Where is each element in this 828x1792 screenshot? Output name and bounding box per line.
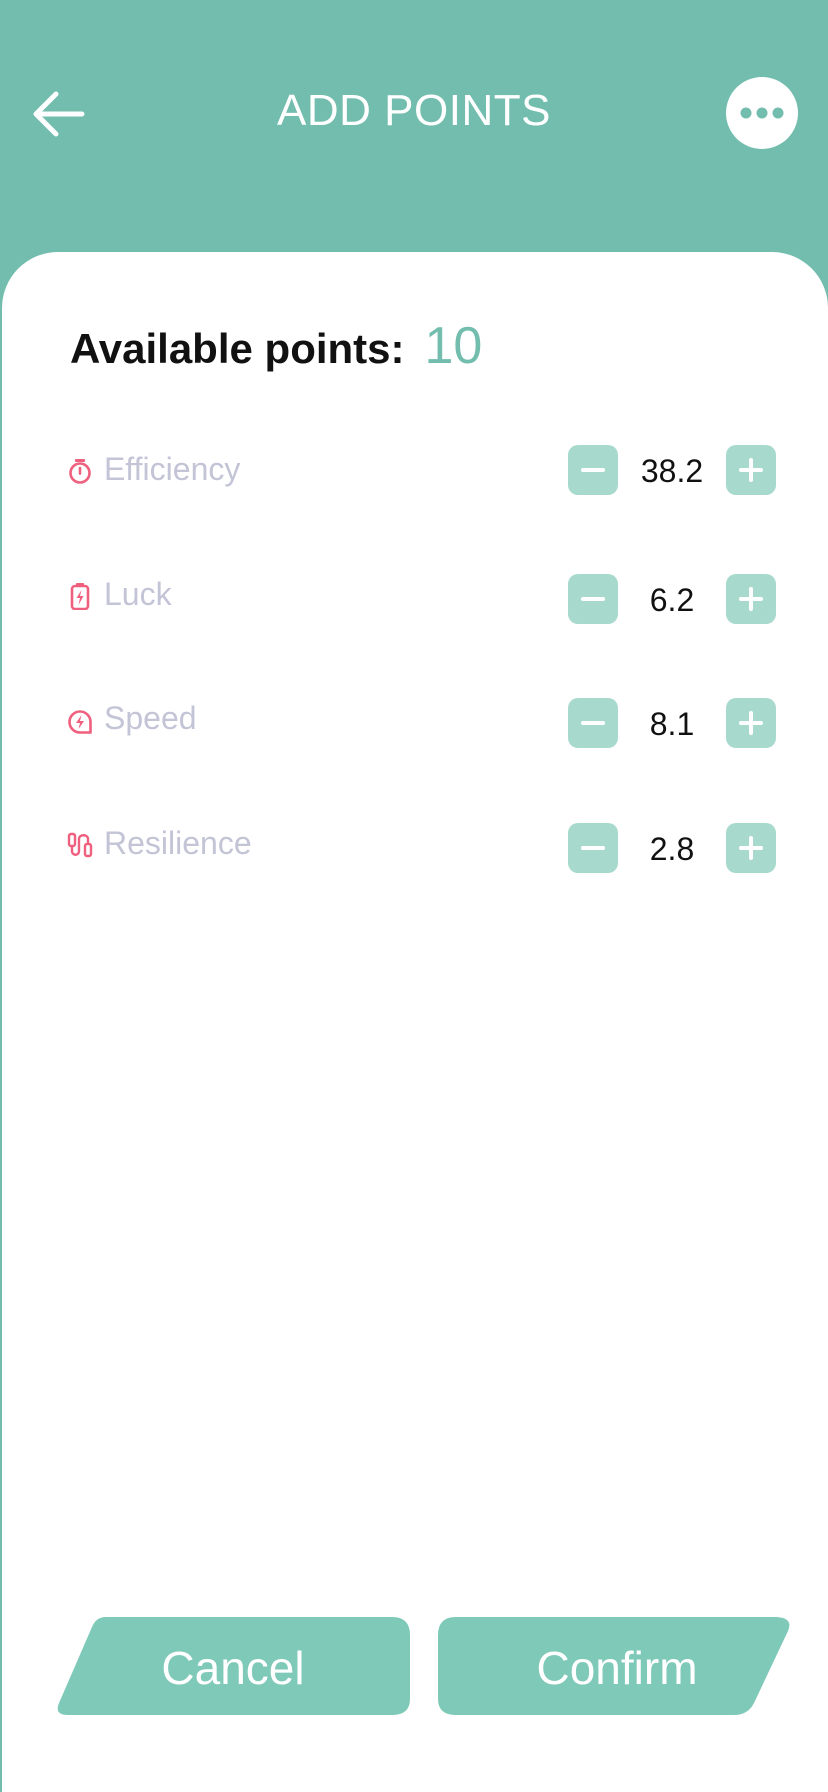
- more-options-button[interactable]: [726, 77, 798, 149]
- stat-row-speed: Speed 8.1: [2, 698, 828, 750]
- lightning-circle-icon: [68, 710, 92, 734]
- minus-icon: [581, 721, 605, 725]
- stat-value-speed: 8.1: [649, 706, 695, 742]
- stat-name-luck: Luck: [104, 576, 172, 612]
- stat-row-luck: Luck 6.2: [2, 574, 828, 626]
- header: ADD POINTS: [0, 0, 828, 260]
- stat-row-resilience: Resilience 2.8: [2, 823, 828, 875]
- page-title: ADD POINTS: [277, 86, 551, 135]
- cancel-button[interactable]: Cancel: [54, 1617, 412, 1717]
- stat-name-efficiency: Efficiency: [104, 451, 241, 487]
- stopwatch-icon: [69, 459, 91, 484]
- more-dots-icon: [740, 107, 784, 119]
- minus-icon: [581, 846, 605, 850]
- plus-icon: [739, 711, 763, 735]
- plus-icon: [739, 587, 763, 611]
- minus-icon: [581, 468, 605, 472]
- stat-value-luck: 6.2: [649, 582, 695, 618]
- plus-icon: [739, 836, 763, 860]
- jump-rope-icon: [67, 832, 93, 858]
- confirm-button[interactable]: Confirm: [438, 1617, 796, 1717]
- stat-value-resilience: 2.8: [649, 831, 695, 867]
- stat-value-efficiency: 38.2: [640, 453, 704, 489]
- stat-row-efficiency: Efficiency 38.2: [2, 445, 828, 497]
- cancel-button-label: Cancel: [161, 1642, 305, 1694]
- confirm-button-label: Confirm: [536, 1642, 698, 1694]
- minus-icon: [581, 597, 605, 601]
- luck-decrease-button[interactable]: [568, 574, 618, 624]
- resilience-decrease-button[interactable]: [568, 823, 618, 873]
- efficiency-increase-button[interactable]: [726, 445, 776, 495]
- battery-bolt-icon: [70, 583, 90, 610]
- luck-increase-button[interactable]: [726, 574, 776, 624]
- speed-decrease-button[interactable]: [568, 698, 618, 748]
- available-points-value: 10: [424, 317, 483, 375]
- available-points-label: Available points:: [70, 325, 405, 372]
- points-card: Available points: 10 Efficiency 38.2 Luc…: [2, 252, 828, 1792]
- plus-icon: [739, 458, 763, 482]
- stat-name-speed: Speed: [104, 700, 197, 736]
- resilience-increase-button[interactable]: [726, 823, 776, 873]
- available-points: Available points: 10: [70, 316, 482, 376]
- speed-increase-button[interactable]: [726, 698, 776, 748]
- stat-name-resilience: Resilience: [104, 825, 252, 861]
- efficiency-decrease-button[interactable]: [568, 445, 618, 495]
